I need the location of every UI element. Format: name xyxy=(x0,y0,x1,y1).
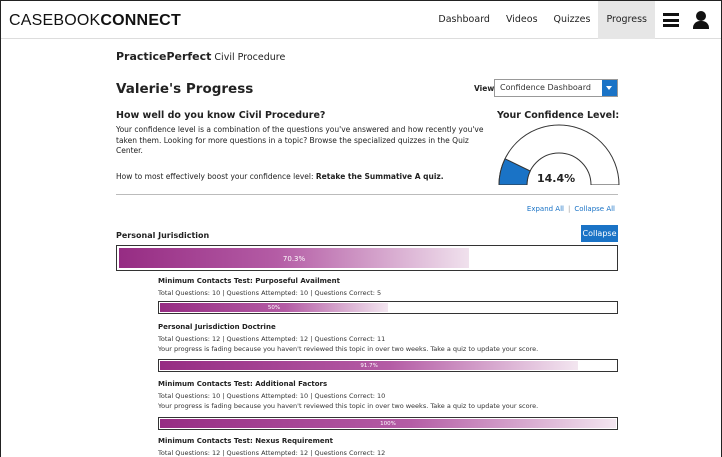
hamburger-menu-icon[interactable] xyxy=(663,13,679,27)
topic-progress-bar: 100% xyxy=(158,417,618,430)
section-progress-label: 70.3% xyxy=(282,255,306,263)
topic-item: Personal Jurisdiction Doctrine Total Que… xyxy=(158,323,538,353)
main-nav: Dashboard Videos Quizzes Progress xyxy=(430,1,655,39)
topic-title: Minimum Contacts Test: Additional Factor… xyxy=(158,380,328,388)
topic-title: Minimum Contacts Test: Nexus Requirement xyxy=(158,437,334,445)
intro-body: Your confidence level is a combination o… xyxy=(116,125,484,155)
brand-name: PracticePerfect xyxy=(116,50,212,63)
page-title: Valerie's Progress xyxy=(116,81,254,97)
boost-action: Retake the Summative A quiz. xyxy=(315,172,444,181)
topic-progress-fill: 50% xyxy=(160,303,388,312)
topic-progress-fill: 91.7% xyxy=(160,361,579,370)
topic-progress-bar: 91.7% xyxy=(158,359,618,372)
nav-quizzes[interactable]: Quizzes xyxy=(546,1,599,39)
section-progress-fill: 70.3% xyxy=(119,248,470,268)
topic-progress-label: 91.7% xyxy=(360,363,378,369)
topic-fading-warning: Your progress is fading because you have… xyxy=(158,345,539,353)
topic-title: Personal Jurisdiction Doctrine xyxy=(158,323,276,331)
brand-subject: Civil Procedure xyxy=(214,52,286,63)
topic-stats: Total Questions: 10 | Questions Attempte… xyxy=(158,392,386,400)
topic-item: Minimum Contacts Test: Nexus Requirement… xyxy=(158,437,385,457)
topic-title: Minimum Contacts Test: Purposeful Availm… xyxy=(158,277,340,285)
topic-fading-warning: Your progress is fading because you have… xyxy=(158,402,539,410)
chevron-down-icon[interactable] xyxy=(602,80,617,96)
collapse-button[interactable]: Collapse xyxy=(581,225,618,242)
view-dropdown[interactable]: Confidence Dashboard xyxy=(494,79,618,97)
topic-stats: Total Questions: 12 | Questions Attempte… xyxy=(158,449,386,457)
nav-dashboard[interactable]: Dashboard xyxy=(430,1,498,39)
top-navigation-bar: CASEBOOKCONNECT Dashboard Videos Quizzes… xyxy=(1,1,721,39)
intro-heading: How well do you know Civil Procedure? xyxy=(116,110,326,121)
view-selected-value: Confidence Dashboard xyxy=(500,83,591,92)
section-title[interactable]: Personal Jurisdiction xyxy=(116,231,209,240)
topic-progress-label: 50% xyxy=(267,305,281,311)
casebookconnect-logo[interactable]: CASEBOOKCONNECT xyxy=(9,12,181,30)
section-divider xyxy=(116,194,618,195)
topic-stats: Total Questions: 12 | Questions Attempte… xyxy=(158,335,386,343)
topic-item: Minimum Contacts Test: Purposeful Availm… xyxy=(158,277,381,297)
nav-progress[interactable]: Progress xyxy=(598,1,655,39)
topic-stats: Total Questions: 10 | Questions Attempte… xyxy=(158,289,382,297)
confidence-title: Your Confidence Level: xyxy=(497,110,620,121)
confidence-value: 14.4% xyxy=(537,172,576,185)
expand-all-link[interactable]: Expand All xyxy=(527,205,564,213)
topic-item: Minimum Contacts Test: Additional Factor… xyxy=(158,380,538,410)
topic-progress-bar: 50% xyxy=(158,301,618,314)
collapse-all-link[interactable]: Collapse All xyxy=(574,205,615,213)
expand-collapse-links: Expand All | Collapse All xyxy=(526,205,615,213)
boost-recommendation: How to most effectively boost your confi… xyxy=(116,172,444,181)
user-icon[interactable] xyxy=(693,11,709,29)
topic-progress-label: 100% xyxy=(380,421,396,427)
nav-videos[interactable]: Videos xyxy=(498,1,546,39)
app-window: CASEBOOKCONNECT Dashboard Videos Quizzes… xyxy=(0,0,722,457)
section-progress-bar: 70.3% xyxy=(116,245,618,271)
product-brand: PracticePerfect Civil Procedure xyxy=(116,50,285,63)
topic-progress-fill: 100% xyxy=(160,419,616,428)
